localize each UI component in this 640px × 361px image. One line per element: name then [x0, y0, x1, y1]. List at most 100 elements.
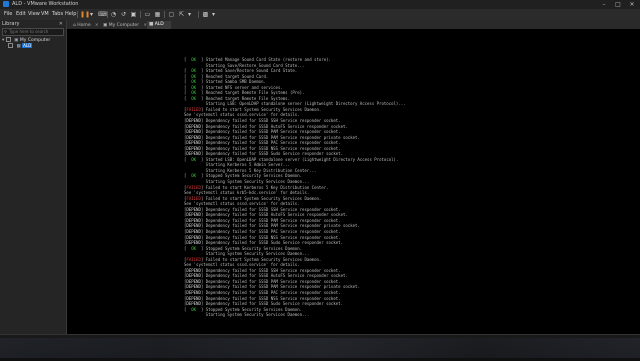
status-dep: DEPEND: [186, 145, 201, 151]
snapshot-icon[interactable]: ◔: [110, 11, 117, 18]
tree-item-ald[interactable]: ▩ ALD: [8, 43, 33, 49]
library-search[interactable]: ⚲: [2, 28, 64, 36]
send-keys-icon[interactable]: ⌨: [98, 11, 107, 18]
menu-file[interactable]: File: [4, 9, 12, 20]
status-dep: DEPEND: [186, 295, 201, 301]
log-text: Dependency failed for SSSD AutoFS Servic…: [205, 212, 348, 218]
toolbar-separator: [198, 11, 199, 18]
status-dep: DEPEND: [186, 240, 201, 246]
checkbox-icon[interactable]: [8, 43, 13, 48]
search-icon: ⚲: [4, 29, 7, 34]
stretch-icon[interactable]: ⇱: [178, 11, 185, 18]
status-ok: OK: [186, 68, 201, 74]
close-library-icon[interactable]: ✕: [59, 21, 63, 27]
library-sidebar: Library ✕ ⚲ ▾ ▣ My Computer ▩ ALD: [0, 20, 67, 334]
full-screen-icon[interactable]: ▭: [144, 11, 151, 18]
status-dep: DEPEND: [186, 134, 201, 140]
status-ok: OK: [186, 245, 201, 251]
log-text: Dependency failed for SSSD Sudo Service …: [205, 151, 343, 157]
menu-vm[interactable]: VM: [41, 9, 49, 20]
console-view-icon[interactable]: ▢: [168, 11, 175, 18]
computer-icon: ▣: [103, 23, 108, 28]
checkbox-icon[interactable]: [5, 37, 11, 42]
log-text: Failed to start System Security Services…: [205, 195, 322, 201]
log-text: Started LSB: OpenLDAP standalone server …: [205, 156, 399, 162]
log-text: Starting System Security Services Daemon…: [184, 312, 310, 318]
log-text: See 'systemctl status sssd.service' for …: [184, 112, 300, 118]
status-ok: OK: [186, 57, 201, 62]
menu-view[interactable]: View: [28, 9, 40, 20]
log-text: See 'systemctl status sssd.service' for …: [184, 201, 300, 207]
status-dep: DEPEND: [186, 140, 201, 146]
search-input[interactable]: [9, 29, 59, 35]
menu-edit[interactable]: Edit: [16, 9, 26, 20]
log-text: Dependency failed for SSSD AutoFS Servic…: [205, 123, 348, 129]
log-text: Dependency failed for SSSD PAM Service r…: [205, 223, 360, 229]
log-text: Failed to start Kerberos 5 Key Distribut…: [205, 184, 329, 190]
log-text: Started Manage Sound Card State (restore…: [205, 57, 331, 62]
taskbar-background: [0, 338, 640, 358]
toolbar-separator: [107, 11, 108, 18]
status-ok: OK: [186, 156, 201, 162]
log-text: Dependency failed for SSSD PAC Service r…: [205, 228, 341, 234]
status-dep: DEPEND: [186, 289, 201, 295]
close-tab-icon[interactable]: ✕: [95, 22, 98, 27]
log-text: Starting LSB: OpenLDAP standalone server…: [184, 101, 406, 107]
log-text: Dependency failed for SSSD PAM Service r…: [205, 284, 360, 290]
unity-icon[interactable]: ▦: [154, 11, 161, 18]
status-ok: OK: [186, 84, 201, 90]
status-dep: DEPEND: [186, 278, 201, 284]
menu-tabs[interactable]: Tabs: [52, 9, 63, 20]
log-text: See 'systemctl status krb5-kdc.service' …: [184, 190, 310, 196]
log-text: Started Save/Restore Sound Card State.: [205, 68, 298, 74]
log-text: Dependency failed for SSSD PAC Service r…: [205, 140, 341, 146]
log-text: Starting Kerberos 5 Admin Server...: [184, 162, 290, 168]
log-text: Starting Save/Restore Sound Card State..…: [184, 62, 305, 68]
status-dep: DEPEND: [186, 118, 201, 124]
window-title: ALD - VMware Workstation: [12, 1, 79, 7]
log-text: Dependency failed for SSSD PAM Service r…: [205, 134, 360, 140]
toolbar-separator: [140, 11, 141, 18]
status-dep: DEPEND: [186, 212, 201, 218]
log-text: Reached target Remote File Systems (Pre)…: [205, 90, 305, 96]
dropdown-icon[interactable]: ▾: [210, 11, 217, 18]
log-text: Starting Kerberos 5 Key Distribution Cen…: [184, 167, 317, 173]
log-text: See 'systemctl status sssd.service' for …: [184, 262, 300, 268]
view-mode-icon[interactable]: ▩: [202, 11, 209, 18]
status-dep: DEPEND: [186, 223, 201, 229]
status-dep: DEPEND: [186, 123, 201, 129]
vm-console[interactable]: [ OK ] Started Manage Sound Card State (…: [67, 29, 640, 338]
status-dep: DEPEND: [186, 151, 201, 157]
dropdown-icon[interactable]: ▾: [88, 11, 95, 18]
toolbar-separator: [164, 11, 165, 18]
menu-help[interactable]: Help: [65, 9, 76, 20]
log-line: Starting System Security Services Daemon…: [184, 312, 406, 318]
status-dep: DEPEND: [186, 273, 201, 279]
dropdown-icon[interactable]: ▾: [186, 11, 193, 18]
log-text: Dependency failed for SSSD NSS Service r…: [205, 295, 341, 301]
log-text: Stopped System Security Services Daemon.: [205, 173, 303, 179]
status-fail: FAILED: [186, 184, 201, 190]
vm-icon: ▩: [16, 44, 21, 49]
status-fail: FAILED: [186, 106, 201, 112]
tab-my-computer[interactable]: ▣ My Computer ✕: [101, 21, 147, 29]
tab-home[interactable]: ⌂ Home ✕: [71, 21, 101, 29]
tab-ald[interactable]: ▩ ALD ✕: [147, 21, 171, 35]
status-ok: OK: [186, 306, 201, 312]
log-text: Dependency failed for SSSD PAM Service r…: [205, 129, 341, 135]
log-text: Starting System Security Services Daemon…: [184, 251, 310, 257]
maximize-button[interactable]: □: [612, 0, 624, 9]
close-button[interactable]: ✕: [626, 0, 638, 9]
log-text: Dependency failed for SSSD SSH Service r…: [205, 267, 341, 273]
log-text: Reached target Sound Card.: [205, 73, 269, 79]
minimize-button[interactable]: –: [598, 0, 610, 9]
snapshot-manager-icon[interactable]: ▣: [130, 11, 137, 18]
boot-log: [ OK ] Started Manage Sound Card State (…: [184, 57, 406, 318]
tab-home-label: Home: [77, 23, 91, 28]
revert-snapshot-icon[interactable]: ↺: [120, 11, 127, 18]
status-ok: OK: [186, 90, 201, 96]
collapse-icon[interactable]: ▾: [2, 38, 4, 43]
log-text: Dependency failed for SSSD Sudo Service …: [205, 301, 343, 307]
log-text: Failed to start System Security Services…: [205, 106, 322, 112]
pause-icon[interactable]: ❚❚: [80, 11, 90, 18]
